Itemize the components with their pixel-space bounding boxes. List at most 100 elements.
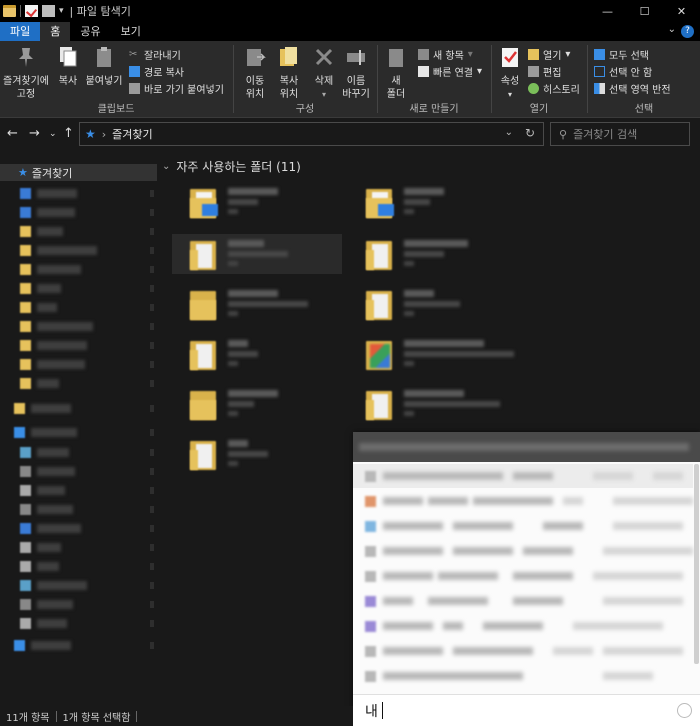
back-arrow-icon[interactable]: ← xyxy=(7,126,18,141)
suggestion-row[interactable] xyxy=(353,639,693,663)
expand-chevron-icon[interactable] xyxy=(150,525,154,532)
refresh-icon[interactable]: ↻ xyxy=(525,126,535,140)
expand-chevron-icon[interactable] xyxy=(150,563,154,570)
suggestion-row[interactable] xyxy=(353,514,693,538)
address-bar[interactable]: ★ › 즐겨찾기 ⌄ ↻ xyxy=(79,122,544,146)
expand-chevron-icon[interactable] xyxy=(150,506,154,513)
new-folder-button[interactable]: 새 폴더 xyxy=(384,45,408,101)
pin-to-quick-access-button[interactable]: 즐겨찾기에 고정 xyxy=(2,45,50,101)
sidebar-item[interactable] xyxy=(20,320,93,332)
expand-chevron-icon[interactable] xyxy=(150,468,154,475)
sidebar-item[interactable] xyxy=(20,465,75,477)
expand-chevron-icon[interactable] xyxy=(150,620,154,627)
popup-scrollbar[interactable] xyxy=(694,464,699,664)
popup-action-icon[interactable] xyxy=(677,703,692,718)
suggestion-row[interactable] xyxy=(353,664,693,688)
folder-tile[interactable] xyxy=(348,284,518,324)
properties-quick-icon[interactable] xyxy=(25,5,38,17)
suggestion-row[interactable] xyxy=(353,564,693,588)
copy-button[interactable]: 복사 xyxy=(55,45,81,88)
sidebar-item[interactable] xyxy=(20,339,87,351)
expand-chevron-icon[interactable] xyxy=(150,429,154,436)
expand-chevron-icon[interactable] xyxy=(150,642,154,649)
recent-locations-chevron-icon[interactable]: ⌄ xyxy=(49,129,57,139)
search-input[interactable]: ⚲ 즐겨찾기 검색 xyxy=(550,122,690,146)
expand-chevron-icon[interactable] xyxy=(150,487,154,494)
minimize-button[interactable]: — xyxy=(589,0,626,22)
sidebar-item[interactable] xyxy=(20,301,57,313)
sidebar-item[interactable] xyxy=(20,282,61,294)
folder-tile[interactable] xyxy=(348,334,518,374)
expand-chevron-icon[interactable] xyxy=(150,323,154,330)
expand-chevron-icon[interactable] xyxy=(150,247,154,254)
sidebar-item[interactable] xyxy=(20,579,87,591)
expand-chevron-icon[interactable] xyxy=(150,361,154,368)
ribbon-expand-icon[interactable]: ⌄ xyxy=(668,24,676,35)
sidebar-item[interactable] xyxy=(20,206,75,218)
cut-button[interactable]: ✂ 잘라내기 xyxy=(129,47,181,62)
sidebar-item[interactable] xyxy=(20,377,59,389)
edit-button[interactable]: 편집 xyxy=(528,64,561,79)
expand-chevron-icon[interactable] xyxy=(150,449,154,456)
address-history-chevron-icon[interactable]: ⌄ xyxy=(505,127,513,138)
expand-chevron-icon[interactable] xyxy=(150,266,154,273)
expand-chevron-icon[interactable] xyxy=(150,304,154,311)
sidebar-item[interactable] xyxy=(20,446,69,458)
folder-tile[interactable] xyxy=(348,234,518,274)
expand-chevron-icon[interactable] xyxy=(150,228,154,235)
breadcrumb-separator-icon[interactable]: › xyxy=(102,128,106,141)
expand-chevron-icon[interactable] xyxy=(150,190,154,197)
forward-arrow-icon[interactable]: → xyxy=(29,126,40,141)
open-button[interactable]: 열기 ▾ xyxy=(528,47,570,62)
maximize-button[interactable]: ☐ xyxy=(626,0,663,22)
new-item-button[interactable]: 새 항목 ▾ xyxy=(418,47,473,62)
suggestion-row[interactable] xyxy=(353,539,693,563)
rename-button[interactable]: 이름 바꾸기 xyxy=(340,45,372,101)
suggestion-row[interactable] xyxy=(353,589,693,613)
sidebar-item[interactable] xyxy=(20,522,81,534)
folder-tile[interactable] xyxy=(172,284,342,324)
sidebar-item[interactable] xyxy=(20,503,73,515)
expand-chevron-icon[interactable] xyxy=(150,544,154,551)
delete-button[interactable]: 삭제 ▾ xyxy=(312,45,336,101)
tab-file[interactable]: 파일 xyxy=(0,22,41,41)
expand-chevron-icon[interactable] xyxy=(150,209,154,216)
history-button[interactable]: 히스토리 xyxy=(528,81,580,96)
select-none-button[interactable]: 선택 안 함 xyxy=(594,64,652,79)
copy-to-button[interactable]: 복사 위치 xyxy=(274,45,304,101)
paste-shortcut-button[interactable]: 바로 가기 붙여넣기 xyxy=(129,81,224,96)
sidebar-item-quick-access[interactable]: ★ 즐겨찾기 xyxy=(0,164,157,181)
move-to-button[interactable]: 이동 위치 xyxy=(240,45,270,101)
sidebar-item[interactable] xyxy=(20,598,73,610)
suggestion-row[interactable] xyxy=(353,614,693,638)
expand-chevron-icon[interactable] xyxy=(150,601,154,608)
expand-chevron-icon[interactable] xyxy=(150,342,154,349)
folder-tile[interactable] xyxy=(172,234,342,274)
select-all-button[interactable]: 모두 선택 xyxy=(594,47,649,62)
expand-chevron-icon[interactable] xyxy=(150,285,154,292)
expand-chevron-icon[interactable] xyxy=(150,380,154,387)
close-button[interactable]: ✕ xyxy=(663,0,700,22)
tab-view[interactable]: 보기 xyxy=(111,22,151,41)
paste-button[interactable]: 붙여넣기 xyxy=(85,45,123,88)
expand-chevron-icon[interactable] xyxy=(150,405,154,412)
copy-path-button[interactable]: 경로 복사 xyxy=(129,64,184,79)
help-icon[interactable]: ? xyxy=(681,25,694,38)
suggestion-row[interactable] xyxy=(353,489,693,513)
customize-dropdown-icon[interactable]: ▾ xyxy=(59,6,64,16)
folder-tile[interactable] xyxy=(172,182,342,222)
invert-selection-button[interactable]: 선택 영역 반전 xyxy=(594,81,671,96)
suggestion-row[interactable] xyxy=(353,464,693,488)
sidebar-item[interactable] xyxy=(20,244,97,256)
sidebar-item[interactable] xyxy=(20,225,63,237)
easy-access-button[interactable]: 빠른 연결 ▾ xyxy=(418,64,482,79)
tab-home[interactable]: 홈 xyxy=(40,22,71,41)
collapse-chevron-icon[interactable]: ⌄ xyxy=(162,161,170,172)
expand-chevron-icon[interactable] xyxy=(150,582,154,589)
breadcrumb-quick-access[interactable]: 즐겨찾기 xyxy=(112,126,152,142)
sidebar-item[interactable] xyxy=(14,426,77,438)
tab-share[interactable]: 공유 xyxy=(70,22,110,41)
sidebar-item[interactable] xyxy=(14,639,71,651)
sidebar-item[interactable] xyxy=(20,541,61,553)
folder-tile[interactable] xyxy=(348,182,518,222)
